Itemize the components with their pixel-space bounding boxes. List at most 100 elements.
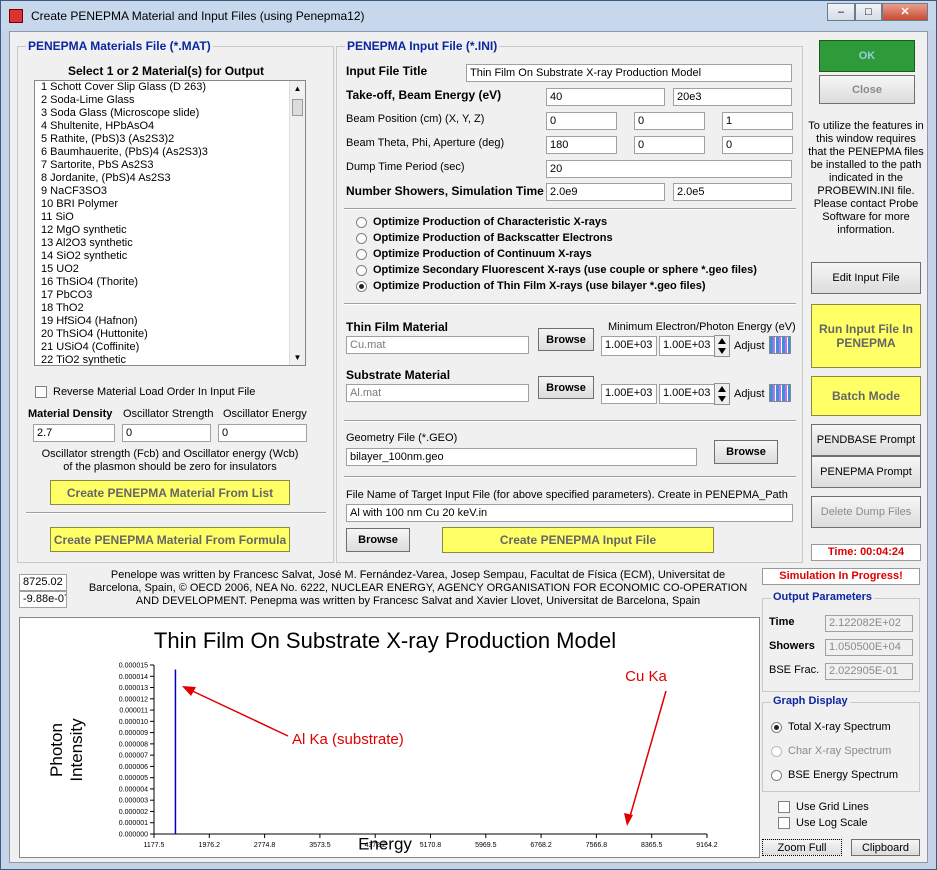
substrate-input[interactable]: Al.mat bbox=[346, 384, 529, 402]
pendbase-prompt-button[interactable]: PENDBASE Prompt bbox=[811, 424, 921, 456]
beam-z-input[interactable]: 1 bbox=[722, 112, 793, 130]
total-spectrum-radio[interactable] bbox=[771, 722, 782, 733]
material-list-item[interactable]: 7 Sartorite, PbS As2S3 bbox=[35, 159, 305, 172]
material-list-item[interactable]: 10 BRI Polymer bbox=[35, 198, 305, 211]
material-list-item[interactable]: 20 ThSiO4 (Huttonite) bbox=[35, 328, 305, 341]
reverse-order-checkbox[interactable] bbox=[35, 386, 47, 398]
thin-film-browse-button[interactable]: Browse bbox=[538, 328, 594, 351]
material-list-item[interactable]: 22 TiO2 synthetic bbox=[35, 354, 305, 365]
batch-mode-button[interactable]: Batch Mode bbox=[811, 376, 921, 416]
optimize-option-radio[interactable] bbox=[356, 217, 367, 228]
thin-periodic-table-icon[interactable] bbox=[769, 336, 791, 354]
materials-list[interactable]: 1 Schott Cover Slip Glass (D 263) 2 Soda-… bbox=[34, 80, 306, 366]
optimize-option-radio[interactable] bbox=[356, 249, 367, 260]
input-title-field[interactable]: Thin Film On Substrate X-ray Production … bbox=[466, 64, 792, 82]
material-list-item[interactable]: 19 HfSiO4 (Hafnon) bbox=[35, 315, 305, 328]
material-list-item[interactable]: 16 ThSiO4 (Thorite) bbox=[35, 276, 305, 289]
material-list-item[interactable]: 15 UO2 bbox=[35, 263, 305, 276]
material-list-item[interactable]: 2 Soda-Lime Glass bbox=[35, 94, 305, 107]
penepma-prompt-button[interactable]: PENEPMA Prompt bbox=[811, 456, 921, 488]
grid-lines-checkbox[interactable] bbox=[778, 801, 790, 813]
material-list-item[interactable]: 13 Al2O3 synthetic bbox=[35, 237, 305, 250]
density-input[interactable]: 2.7 bbox=[33, 424, 115, 442]
reverse-order-label: Reverse Material Load Order In Input Fil… bbox=[53, 386, 256, 398]
osc-energy-input[interactable]: 0 bbox=[218, 424, 307, 442]
bse-spectrum-radio[interactable] bbox=[771, 770, 782, 781]
material-list-item[interactable]: 5 Rathite, (PbS)3 (As2S3)2 bbox=[35, 133, 305, 146]
y-tick-label: 0.000001 bbox=[119, 820, 148, 827]
input-separator-3 bbox=[344, 420, 796, 422]
geometry-browse-button[interactable]: Browse bbox=[714, 440, 778, 464]
zoom-full-button[interactable]: Zoom Full bbox=[762, 839, 842, 856]
y-tick-label: 0.000004 bbox=[119, 786, 148, 793]
sub-spin-icon[interactable] bbox=[714, 383, 730, 405]
y-tick-label: 0.000000 bbox=[119, 832, 148, 839]
target-browse-button[interactable]: Browse bbox=[346, 528, 410, 552]
material-list-item[interactable]: 6 Baumhauerite, (PbS)4 (As2S3)3 bbox=[35, 146, 305, 159]
beam-energy-input[interactable]: 20e3 bbox=[673, 88, 792, 106]
material-list-item[interactable]: 12 MgO synthetic bbox=[35, 224, 305, 237]
substrate-browse-button[interactable]: Browse bbox=[538, 376, 594, 399]
run-input-button[interactable]: Run Input File In PENEPMA bbox=[811, 304, 921, 368]
target-input[interactable]: Al with 100 nm Cu 20 keV.in bbox=[346, 504, 793, 522]
sub-e2-input[interactable]: 1.00E+03 bbox=[659, 384, 715, 404]
optimize-option-label: Optimize Production of Continuum X-rays bbox=[373, 248, 592, 260]
geometry-input[interactable]: bilayer_100nm.geo bbox=[346, 448, 697, 466]
phi-input[interactable]: 0 bbox=[634, 136, 705, 154]
material-list-item[interactable]: 1 Schott Cover Slip Glass (D 263) bbox=[35, 81, 305, 94]
simtime-input[interactable]: 2.0e5 bbox=[673, 183, 792, 201]
osc-strength-label: Oscillator Strength bbox=[123, 408, 214, 420]
minimize-button[interactable]: – bbox=[827, 3, 855, 21]
osc-strength-input[interactable]: 0 bbox=[122, 424, 211, 442]
edit-input-button[interactable]: Edit Input File bbox=[811, 262, 921, 294]
thin-adjust-label[interactable]: Adjust bbox=[734, 340, 765, 352]
material-list-item[interactable]: 14 SiO2 synthetic bbox=[35, 250, 305, 263]
beam-x-input[interactable]: 0 bbox=[546, 112, 617, 130]
create-material-from-formula-button[interactable]: Create PENEPMA Material From Formula bbox=[50, 527, 290, 552]
takeoff-label: Take-off, Beam Energy (eV) bbox=[346, 88, 502, 102]
thin-e1-input[interactable]: 1.00E+03 bbox=[601, 336, 657, 356]
y-tick-label: 0.000011 bbox=[119, 708, 148, 715]
materials-scrollbar[interactable]: ▲ ▼ bbox=[289, 81, 305, 365]
sub-e1-input[interactable]: 1.00E+03 bbox=[601, 384, 657, 404]
close-icon[interactable]: ✕ bbox=[882, 3, 928, 21]
create-material-from-list-button[interactable]: Create PENEPMA Material From List bbox=[50, 480, 290, 505]
input-separator-2 bbox=[344, 303, 796, 305]
dump-input[interactable]: 20 bbox=[546, 160, 792, 178]
material-list-item[interactable]: 3 Soda Glass (Microscope slide) bbox=[35, 107, 305, 120]
aperture-input[interactable]: 0 bbox=[722, 136, 793, 154]
create-input-file-button[interactable]: Create PENEPMA Input File bbox=[442, 527, 714, 553]
material-list-item[interactable]: 21 USiO4 (Coffinite) bbox=[35, 341, 305, 354]
scroll-down-icon[interactable]: ▼ bbox=[290, 350, 305, 365]
cu-ka-annotation: Cu Ka bbox=[625, 668, 667, 685]
maximize-button[interactable]: □ bbox=[855, 3, 882, 21]
sub-adjust-label[interactable]: Adjust bbox=[734, 388, 765, 400]
theta-input[interactable]: 180 bbox=[546, 136, 617, 154]
close-button[interactable]: Close bbox=[819, 75, 915, 104]
material-list-item[interactable]: 18 ThO2 bbox=[35, 302, 305, 315]
beam-y-input[interactable]: 0 bbox=[634, 112, 705, 130]
delete-dump-button[interactable]: Delete Dump Files bbox=[811, 496, 921, 528]
optimize-option-radio[interactable] bbox=[356, 265, 367, 276]
material-list-item[interactable]: 4 Shultenite, HPbAsO4 bbox=[35, 120, 305, 133]
scroll-thumb[interactable] bbox=[292, 99, 303, 116]
log-scale-checkbox[interactable] bbox=[778, 817, 790, 829]
char-spectrum-radio[interactable] bbox=[771, 746, 782, 757]
thin-film-input[interactable]: Cu.mat bbox=[346, 336, 529, 354]
optimize-option-radio[interactable] bbox=[356, 281, 367, 292]
y-axis-label-part: Intensity bbox=[67, 718, 86, 782]
material-list-item[interactable]: 17 PbCO3 bbox=[35, 289, 305, 302]
scroll-up-icon[interactable]: ▲ bbox=[290, 81, 305, 96]
sub-periodic-table-icon[interactable] bbox=[769, 384, 791, 402]
takeoff-input[interactable]: 40 bbox=[546, 88, 665, 106]
material-list-item[interactable]: 11 SiO bbox=[35, 211, 305, 224]
thin-spin-icon[interactable] bbox=[714, 335, 730, 357]
clipboard-button[interactable]: Clipboard bbox=[851, 839, 920, 856]
material-list-item[interactable]: 8 Jordanite, (PbS)4 As2S3 bbox=[35, 172, 305, 185]
material-list-item[interactable]: 9 NaCF3SO3 bbox=[35, 185, 305, 198]
thin-e2-input[interactable]: 1.00E+03 bbox=[659, 336, 715, 356]
ok-button[interactable]: OK bbox=[819, 40, 915, 72]
optimize-option-radio[interactable] bbox=[356, 233, 367, 244]
showers-input[interactable]: 2.0e9 bbox=[546, 183, 665, 201]
window-title: Create PENEPMA Material and Input Files … bbox=[31, 9, 365, 23]
